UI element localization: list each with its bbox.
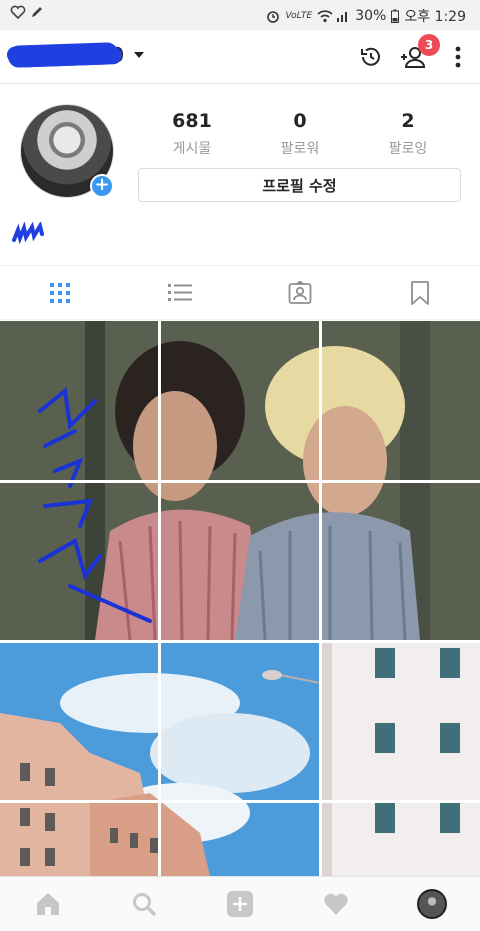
followers-count: 0 — [293, 110, 307, 132]
notification-badge: 3 — [418, 34, 440, 56]
add-icon — [227, 891, 253, 917]
nav-profile[interactable] — [384, 877, 480, 931]
nav-home[interactable] — [0, 877, 96, 931]
heart-icon — [324, 893, 348, 915]
chevron-down-icon — [133, 52, 144, 58]
tab-list[interactable] — [120, 266, 240, 319]
following-label: 팔로잉 — [388, 141, 428, 157]
grid-divider — [158, 321, 161, 876]
profile-tabs — [0, 265, 480, 320]
posts-count: 681 — [172, 110, 212, 132]
bio-scribble — [12, 222, 44, 244]
grid-divider — [0, 800, 480, 803]
profile-header: 0 3 — [0, 30, 480, 84]
grid-divider — [0, 640, 480, 643]
discover-people-button[interactable]: 3 — [398, 34, 440, 72]
grid-divider — [0, 480, 480, 483]
posts-label: 게시물 — [172, 141, 212, 157]
bottom-navigation — [0, 876, 480, 931]
tab-saved[interactable] — [360, 266, 480, 319]
grid-icon — [50, 282, 70, 303]
account-switcher[interactable]: 0 — [7, 41, 144, 69]
following-stat[interactable]: 2 팔로잉 — [354, 110, 462, 158]
profile-avatar — [417, 889, 447, 919]
nav-search[interactable] — [96, 877, 192, 931]
search-icon — [133, 893, 156, 916]
post-image-2[interactable] — [0, 643, 480, 876]
pen-icon — [30, 5, 44, 19]
username-scribble — [7, 42, 119, 68]
more-vertical-icon — [455, 46, 461, 68]
archive-button[interactable] — [356, 42, 386, 72]
wifi-icon — [317, 9, 333, 23]
bookmark-icon — [411, 280, 429, 305]
add-story-icon[interactable]: + — [90, 174, 114, 198]
signal-icon — [336, 9, 350, 23]
profile-picture[interactable]: + — [20, 104, 116, 200]
tab-grid[interactable] — [0, 266, 120, 319]
status-bar: VoLTE 30% 오후 1:29 — [0, 0, 480, 30]
home-icon — [37, 893, 59, 915]
following-count: 2 — [401, 110, 415, 132]
options-menu-button[interactable] — [443, 42, 473, 72]
tab-tagged[interactable] — [240, 266, 360, 319]
heart-outline-icon — [10, 5, 26, 20]
volte-label: VoLTE — [285, 11, 313, 21]
followers-stat[interactable]: 0 팔로워 — [246, 110, 354, 158]
followers-label: 팔로워 — [280, 141, 320, 157]
nav-activity[interactable] — [288, 877, 384, 931]
photo-buildings-sky — [0, 643, 480, 876]
alarm-icon — [266, 9, 280, 23]
post-grid — [0, 321, 480, 876]
battery-percent: 30% — [355, 8, 387, 24]
nav-add-post[interactable] — [192, 877, 288, 931]
battery-icon — [391, 9, 400, 23]
tagged-icon — [288, 280, 312, 304]
status-time: 오후 1:29 — [404, 9, 466, 25]
grid-divider — [319, 321, 322, 876]
profile-stats: 681 게시물 0 팔로워 2 팔로잉 — [138, 110, 462, 158]
list-icon — [168, 283, 192, 301]
edit-profile-button[interactable]: 프로필 수정 — [138, 168, 461, 202]
archive-history-icon — [361, 47, 380, 66]
posts-stat[interactable]: 681 게시물 — [138, 110, 246, 158]
